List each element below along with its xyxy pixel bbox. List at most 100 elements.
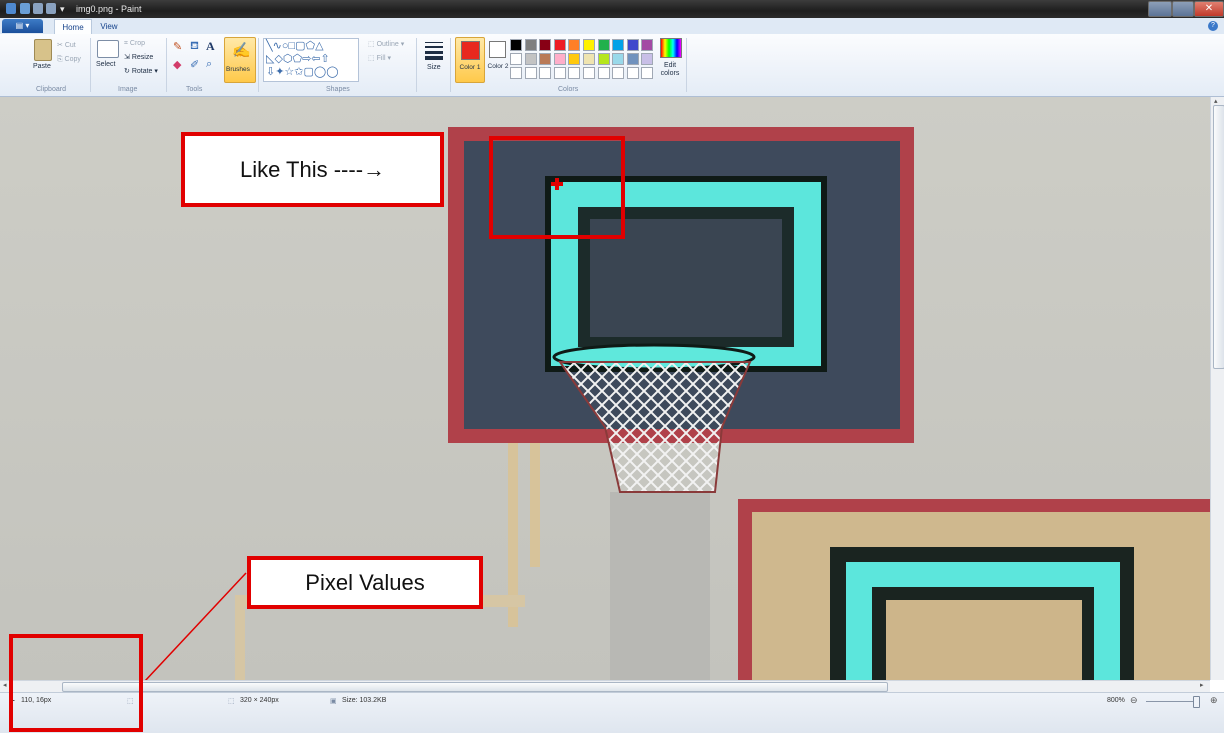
- ribbon-tab-row: ▤ ▾ Home View ?: [0, 18, 1224, 35]
- palette-swatch[interactable]: [641, 39, 654, 51]
- palette-swatch[interactable]: [597, 67, 610, 79]
- edit-colors-button[interactable]: Edit colors: [656, 62, 684, 78]
- color1-label: Color 1: [459, 64, 481, 71]
- crop-label: Crop: [129, 40, 146, 47]
- palette-swatch[interactable]: [626, 39, 639, 51]
- copy-button[interactable]: ⎘ Copy: [57, 56, 81, 64]
- crop-button[interactable]: ⌗ Crop: [124, 40, 145, 48]
- palette-swatch[interactable]: [539, 67, 552, 79]
- ribbon-separator: [258, 38, 259, 92]
- palette-swatch[interactable]: [583, 53, 595, 65]
- select-button[interactable]: Select: [96, 61, 115, 68]
- scroll-right-icon[interactable]: ▸: [1200, 681, 1204, 689]
- lower-target-inner: [886, 600, 1082, 680]
- tab-view[interactable]: View: [94, 19, 124, 34]
- palette-swatch[interactable]: [641, 53, 654, 65]
- title-bar: ▾ img0.png - Paint ✕: [0, 0, 1224, 18]
- file-menu-button[interactable]: ▤ ▾: [2, 19, 43, 33]
- palette-swatch[interactable]: [524, 67, 537, 79]
- vertical-scrollbar[interactable]: ▴: [1210, 97, 1224, 680]
- zoom-level: 800%: [1107, 697, 1125, 704]
- ribbon-separator: [450, 38, 451, 92]
- close-button[interactable]: ✕: [1194, 1, 1224, 17]
- scroll-left-icon[interactable]: ◂: [3, 681, 7, 689]
- magnifier-icon[interactable]: ⌕: [206, 58, 212, 71]
- paste-button[interactable]: Paste: [33, 63, 51, 70]
- select-icon[interactable]: [97, 40, 119, 58]
- drawing-canvas[interactable]: Like This ----→ Pixel Values: [0, 97, 1210, 680]
- text-tool-icon[interactable]: A: [206, 39, 215, 54]
- tab-home[interactable]: Home: [54, 19, 92, 35]
- zoom-in-button[interactable]: ⊕: [1210, 695, 1218, 706]
- palette-swatch[interactable]: [597, 39, 610, 51]
- zoom-slider-thumb[interactable]: [1193, 696, 1200, 708]
- help-icon[interactable]: ?: [1208, 21, 1218, 31]
- palette-swatch[interactable]: [583, 67, 595, 79]
- fill-bucket-icon[interactable]: ⛾: [190, 40, 199, 54]
- file-size-icon: ▣: [330, 698, 337, 705]
- palette-swatch[interactable]: [539, 53, 552, 65]
- fill-button[interactable]: ⬚ Fill ▾: [368, 54, 391, 62]
- zoom-slider[interactable]: [1146, 701, 1200, 702]
- palette-swatch[interactable]: [553, 39, 566, 51]
- shapes-gallery[interactable]: ╲∿○□▢⬠△ ◺◇⬡⬠⇨⇦⇧ ⇩✦☆✩▢◯◯: [263, 38, 359, 82]
- brush-icon: ✍: [232, 42, 251, 59]
- size-lines-icon[interactable]: [425, 40, 443, 60]
- eraser-icon[interactable]: ◆: [173, 58, 181, 71]
- image-group-label: Image: [118, 86, 138, 93]
- palette-swatch[interactable]: [524, 39, 537, 51]
- scroll-up-icon[interactable]: ▴: [1214, 97, 1218, 105]
- palette-swatch[interactable]: [568, 53, 581, 65]
- highlight-box-pixel-values: [9, 634, 143, 732]
- edit-colors-icon[interactable]: [660, 38, 682, 58]
- palette-swatch[interactable]: [524, 53, 537, 65]
- palette-swatch[interactable]: [553, 67, 566, 79]
- palette-swatch[interactable]: [597, 53, 610, 65]
- color1-button[interactable]: Color 1: [455, 37, 485, 83]
- colors-group-label: Colors: [558, 86, 579, 93]
- size-button[interactable]: Size: [427, 64, 441, 71]
- palette-swatch[interactable]: [510, 39, 522, 51]
- pixel-values-callout: Pixel Values: [247, 556, 483, 609]
- minimize-button[interactable]: [1148, 1, 1172, 17]
- customize-qat-icon[interactable]: ▾: [60, 0, 65, 18]
- color-palette: [510, 39, 658, 83]
- paint-app-icon[interactable]: [6, 3, 16, 14]
- palette-swatch[interactable]: [510, 53, 522, 65]
- brushes-button[interactable]: ✍ Brushes: [224, 37, 256, 83]
- fill-label: Fill: [376, 55, 386, 62]
- palette-swatch[interactable]: [539, 39, 552, 51]
- palette-swatch[interactable]: [568, 39, 581, 51]
- outline-label: Outline: [376, 41, 399, 48]
- palette-swatch[interactable]: [641, 67, 654, 79]
- rotate-button[interactable]: ↻ Rotate ▾: [124, 67, 158, 75]
- frame-post: [235, 595, 245, 680]
- palette-swatch[interactable]: [510, 67, 522, 79]
- palette-swatch[interactable]: [553, 53, 566, 65]
- window-title: img0.png - Paint: [76, 4, 142, 14]
- zoom-out-button[interactable]: ⊖: [1130, 695, 1138, 706]
- palette-swatch[interactable]: [568, 67, 581, 79]
- highlight-box-cursor: [489, 136, 625, 239]
- save-icon[interactable]: [20, 3, 30, 14]
- undo-icon[interactable]: [33, 3, 43, 14]
- palette-swatch[interactable]: [612, 53, 625, 65]
- palette-swatch[interactable]: [612, 39, 625, 51]
- outline-button[interactable]: ⬚ Outline ▾: [368, 40, 404, 48]
- vertical-scroll-thumb[interactable]: [1213, 105, 1224, 369]
- palette-swatch[interactable]: [626, 53, 639, 65]
- color-picker-icon[interactable]: ✐: [190, 58, 199, 71]
- palette-swatch[interactable]: [626, 67, 639, 79]
- horizontal-scroll-thumb[interactable]: [62, 682, 888, 692]
- color2-button[interactable]: Color 2: [486, 37, 510, 81]
- pencil-icon[interactable]: ✎: [173, 40, 182, 53]
- redo-icon[interactable]: [46, 3, 56, 14]
- paste-icon[interactable]: [34, 39, 52, 61]
- ribbon-separator: [416, 38, 417, 92]
- ribbon-separator: [686, 38, 687, 92]
- palette-swatch[interactable]: [583, 39, 595, 51]
- resize-button[interactable]: ⇲ Resize: [124, 53, 153, 61]
- cut-button[interactable]: ✂ Cut: [57, 41, 76, 49]
- maximize-button[interactable]: [1172, 1, 1194, 17]
- palette-swatch[interactable]: [612, 67, 625, 79]
